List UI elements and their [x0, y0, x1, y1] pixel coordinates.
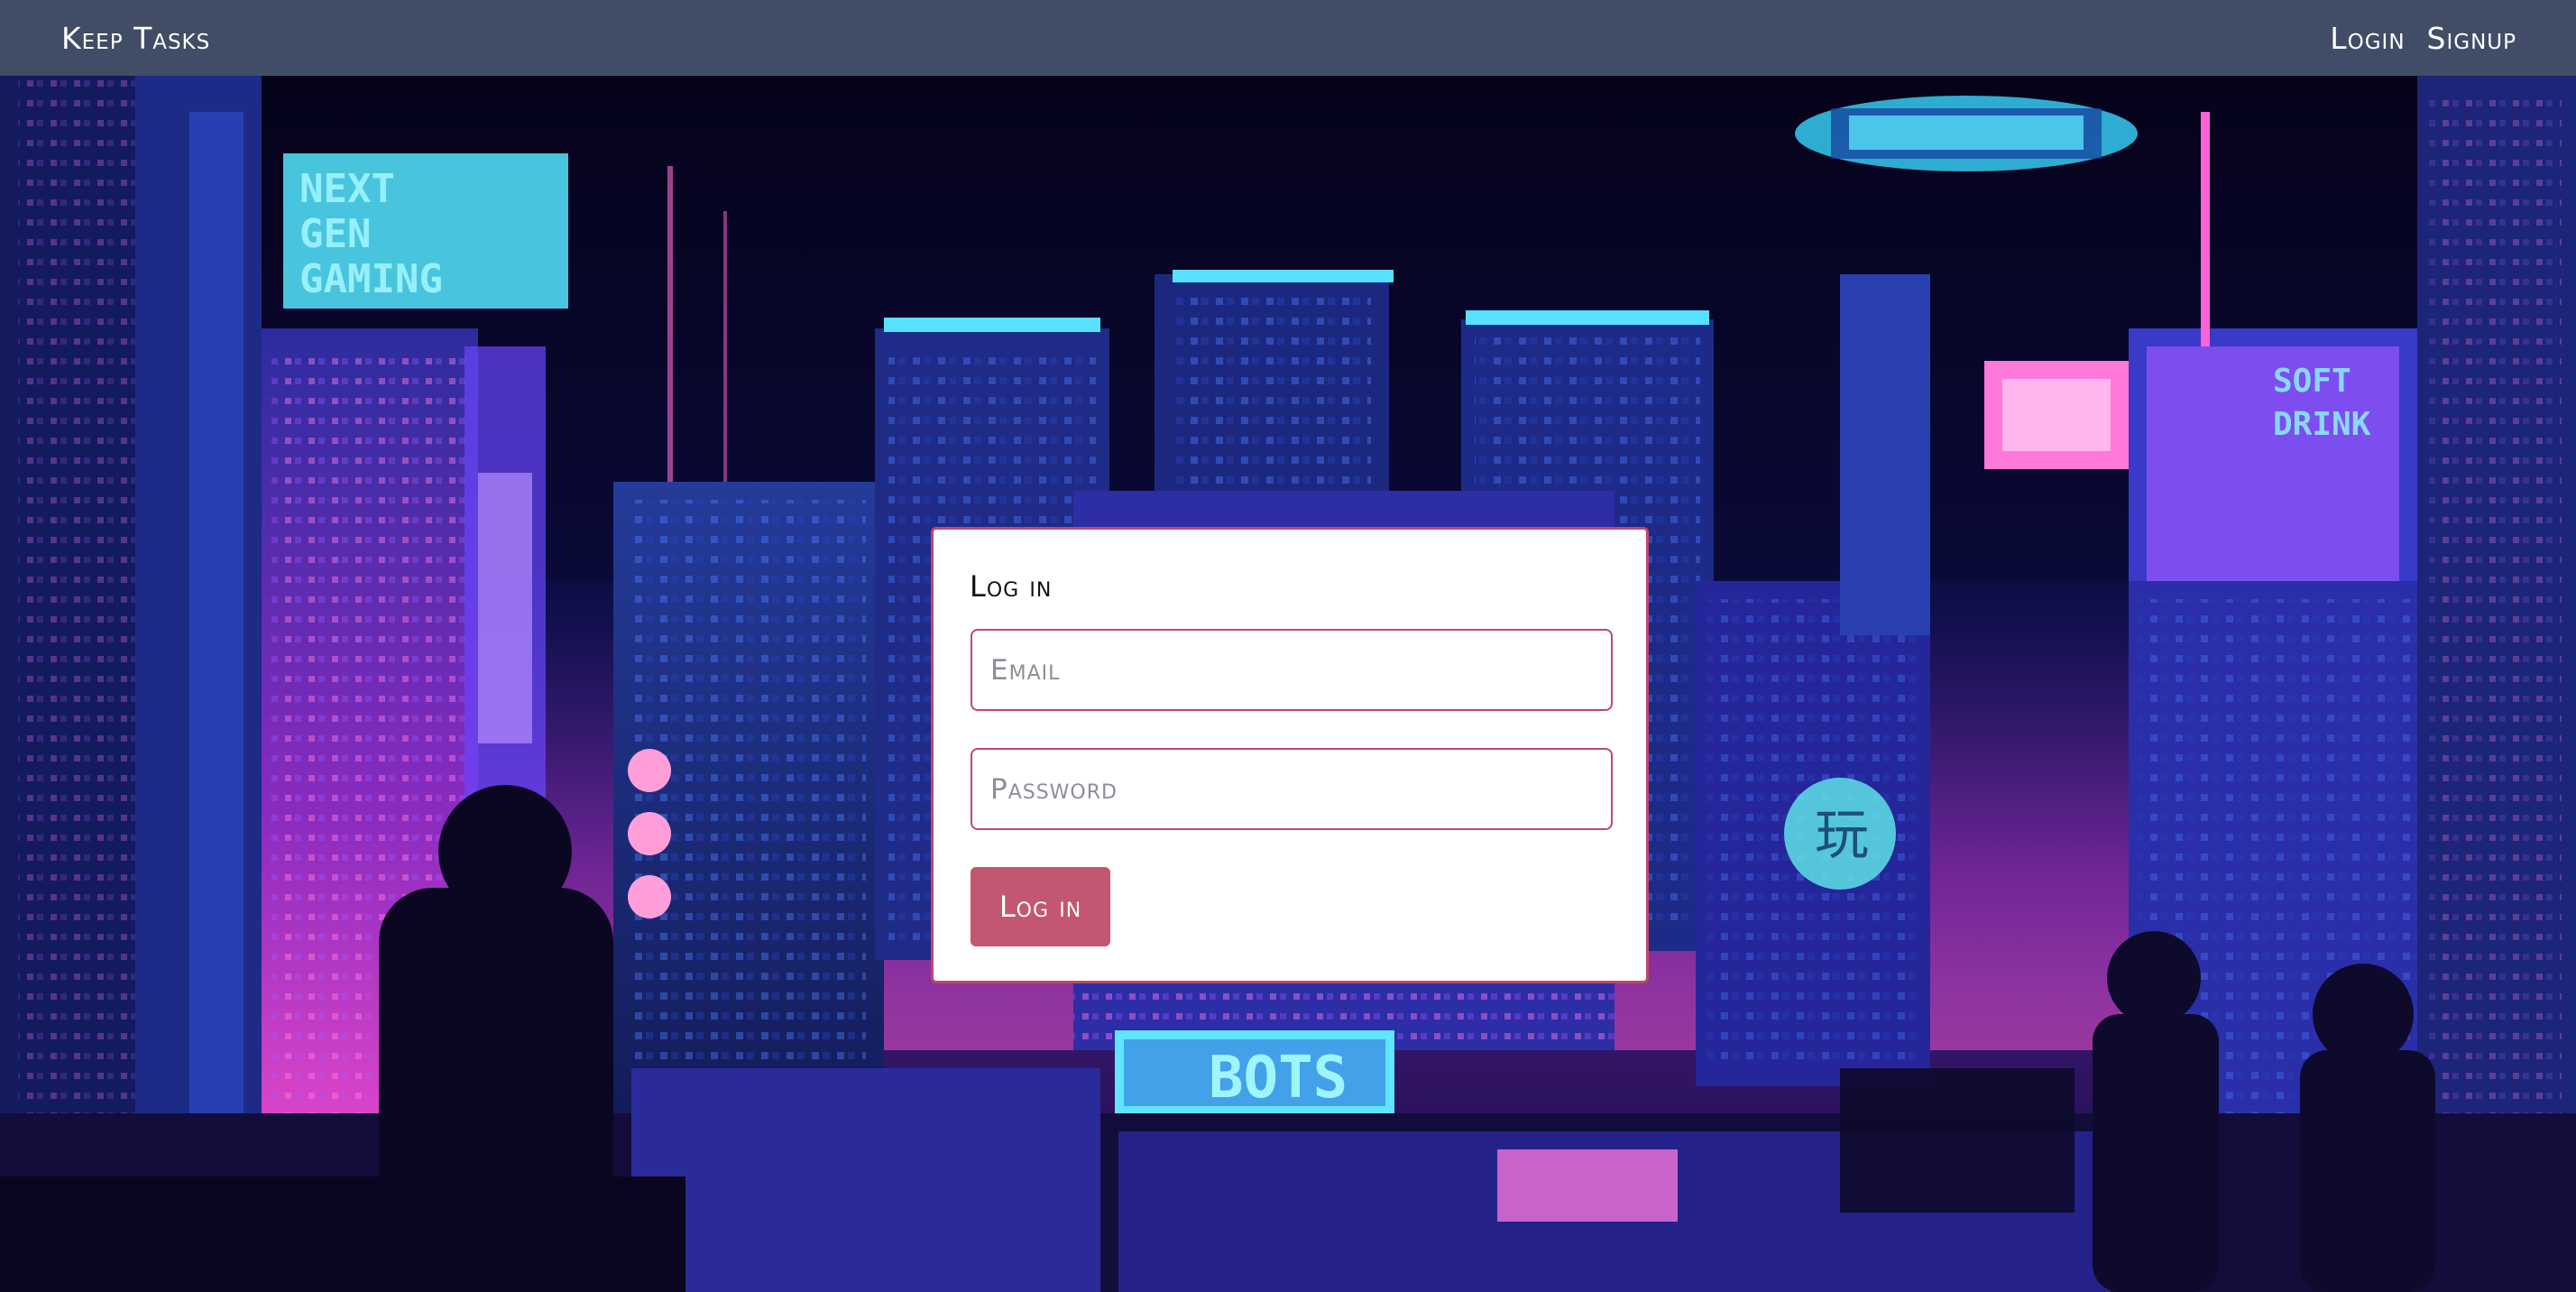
navbar: Keep Tasks Login Signup — [0, 0, 2576, 76]
login-link[interactable]: Login — [2330, 21, 2405, 56]
email-input[interactable] — [971, 629, 1613, 711]
svg-text:玩: 玩 — [1815, 804, 1869, 867]
svg-text:SOFT: SOFT — [2273, 363, 2351, 400]
svg-text:BOTS: BOTS — [1209, 1045, 1348, 1112]
login-form: Log in Log in — [931, 527, 1649, 983]
password-input[interactable] — [971, 748, 1613, 830]
svg-text:GAMING: GAMING — [299, 256, 443, 302]
svg-text:DRINK: DRINK — [2273, 406, 2371, 443]
brand-link[interactable]: Keep Tasks — [61, 21, 210, 56]
form-title: Log in — [970, 569, 1053, 604]
login-submit-button[interactable]: Log in — [971, 867, 1110, 946]
svg-text:NEXT: NEXT — [299, 166, 395, 212]
page: Keep Tasks Login Signup NEXT GEN GAMING … — [0, 0, 2576, 1292]
nav-links: Login Signup — [2330, 21, 2516, 56]
svg-text:GEN: GEN — [299, 211, 371, 257]
signup-link[interactable]: Signup — [2427, 21, 2516, 56]
